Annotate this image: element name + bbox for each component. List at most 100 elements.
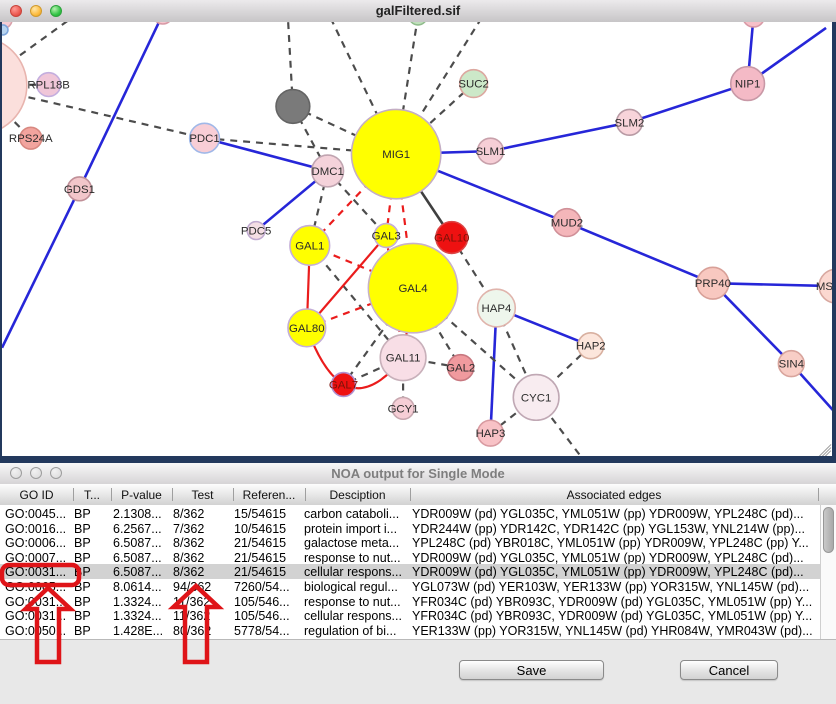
node-label-NIP1: NIP1	[735, 79, 760, 91]
resize-grip[interactable]	[815, 440, 832, 456]
cell: 6.5087...	[113, 551, 162, 565]
table-row-selected[interactable]: GO:0031...BP6.5087...8/36221/54615cellul…	[0, 564, 820, 579]
table-row[interactable]: GO:0006...BP6.5087...8/36221/54615galact…	[0, 535, 820, 550]
cell: 8/362	[173, 507, 204, 521]
node-label-DMC1: DMC1	[311, 166, 343, 178]
column-separator	[818, 488, 819, 501]
cell: YDR009W (pd) YGL035C, YML051W (pp) YDR00…	[412, 551, 804, 565]
cell: GO:0031...	[5, 595, 66, 609]
cell: YFR034C (pd) YBR093C, YDR009W (pd) YGL03…	[412, 609, 812, 623]
edge-blue	[629, 84, 747, 123]
scrollbar-thumb[interactable]	[823, 507, 834, 553]
table-row[interactable]: GO:0031...BP1.3324...11/362105/546...cel…	[0, 608, 820, 623]
cell: 21/54615	[234, 551, 286, 565]
column-header-desciption[interactable]: Desciption	[305, 488, 410, 502]
results-table: GO:0045...BP2.1308...8/36215/54615carbon…	[0, 505, 820, 639]
network-window: galFiltered.sif RPL18BRPS24AGDS1PDC1DMC1…	[0, 0, 836, 463]
cell: BP	[74, 565, 91, 579]
cell: 1.3324...	[113, 609, 162, 623]
node-label-HAP3: HAP3	[476, 428, 506, 440]
cell: 15/54615	[234, 507, 286, 521]
cell: GO:0050...	[5, 624, 66, 638]
cell: 8/362	[173, 536, 204, 550]
cell: 105/546...	[234, 609, 290, 623]
cell: protein import i...	[304, 522, 397, 536]
cell: 6.5087...	[113, 565, 162, 579]
cell: 94/362	[173, 580, 211, 594]
column-header-go-id[interactable]: GO ID	[0, 488, 73, 502]
noa-window-titlebar[interactable]: NOA output for Single Mode	[0, 463, 836, 485]
cell: GO:0031...	[5, 609, 66, 623]
node-label-GAL1: GAL1	[295, 240, 324, 252]
cell: 80/362	[173, 624, 211, 638]
edge-blue	[713, 283, 791, 363]
cell: response to nut...	[304, 595, 401, 609]
noa-output-window: NOA output for Single Mode GO IDT...P-va…	[0, 463, 836, 704]
table-row[interactable]: GO:0016...BP6.2567...7/36210/54615protei…	[0, 521, 820, 536]
cell: BP	[74, 580, 91, 594]
node-label-PDC5: PDC5	[241, 226, 271, 238]
column-header-test[interactable]: Test	[172, 488, 233, 502]
node-DARK[interactable]	[276, 90, 310, 124]
cancel-button[interactable]: Cancel	[680, 660, 778, 680]
edge-blue	[490, 122, 629, 151]
cell: 105/546...	[234, 595, 290, 609]
cell: 2.1308...	[113, 507, 162, 521]
network-graph: RPL18BRPS24AGDS1PDC1DMC1MIG1SUC2SLM1SLM2…	[2, 22, 832, 456]
cell: 8/362	[173, 565, 204, 579]
cell: YPL248C (pd) YBR018C, YML051W (pp) YDR00…	[412, 536, 809, 550]
cell: 21/54615	[234, 536, 286, 550]
table-row[interactable]: GO:0031...BP1.3324...11/362105/546...res…	[0, 594, 820, 609]
node-N_TOP1[interactable]	[153, 22, 173, 24]
edge-blue	[2, 189, 79, 348]
column-header-associated-edges[interactable]: Associated edges	[410, 488, 818, 502]
cell: regulation of bi...	[304, 624, 396, 638]
column-header-p-value[interactable]: P-value	[111, 488, 172, 502]
node-label-GAL4: GAL4	[398, 283, 428, 295]
node-label-MSI: MSI	[816, 281, 832, 293]
node-label-SLM1: SLM1	[476, 146, 506, 158]
column-separator	[111, 488, 112, 501]
column-header-referen-[interactable]: Referen...	[233, 488, 305, 502]
node-label-HAP2: HAP2	[576, 341, 606, 353]
node-label-SIN4: SIN4	[779, 359, 805, 371]
node-label-MIG1: MIG1	[382, 149, 410, 161]
cell: cellular respons...	[304, 565, 402, 579]
node-label-PDC1: PDC1	[189, 133, 219, 145]
node-label-HAP4: HAP4	[482, 303, 512, 315]
cell: BP	[74, 609, 91, 623]
table-row[interactable]: GO:0065...BP8.0614...94/3627260/54...bio…	[0, 579, 820, 594]
table-row[interactable]: GO:0050...BP1.428E...80/3625778/54...reg…	[0, 623, 820, 638]
node-label-PRP40: PRP40	[695, 278, 731, 290]
node-N_TOP3[interactable]	[743, 22, 765, 27]
cell: 7260/54...	[234, 580, 290, 594]
cell: 7/362	[173, 522, 204, 536]
node-N_GREEN[interactable]	[409, 22, 427, 25]
column-header-t-[interactable]: T...	[73, 488, 111, 502]
cell: 8/362	[173, 551, 204, 565]
cell: cellular respons...	[304, 609, 402, 623]
network-window-titlebar[interactable]: galFiltered.sif	[0, 0, 836, 23]
node-label-GAL3: GAL3	[372, 230, 401, 242]
node-BIG[interactable]	[2, 37, 27, 134]
node-label-SUC2: SUC2	[458, 79, 488, 91]
cell: 8.0614...	[113, 580, 162, 594]
table-row[interactable]: GO:0007...BP6.5087...8/36221/54615respon…	[0, 550, 820, 565]
cell: GO:0007...	[5, 551, 66, 565]
cell: BP	[74, 624, 91, 638]
cell: YDR244W (pp) YDR142C, YDR142C (pp) YGL15…	[412, 522, 805, 536]
cell: BP	[74, 551, 91, 565]
node-C2[interactable]	[2, 25, 8, 35]
cell: GO:0031...	[5, 565, 66, 579]
save-button[interactable]: Save	[459, 660, 604, 680]
cell: GO:0016...	[5, 522, 66, 536]
node-label-GAL10: GAL10	[434, 232, 470, 244]
column-separator	[410, 488, 411, 501]
cell: BP	[74, 595, 91, 609]
network-canvas[interactable]: RPL18BRPS24AGDS1PDC1DMC1MIG1SUC2SLM1SLM2…	[0, 22, 836, 463]
table-row[interactable]: GO:0045...BP2.1308...8/36215/54615carbon…	[0, 506, 820, 521]
cell: BP	[74, 522, 91, 536]
vertical-scrollbar[interactable]	[820, 505, 836, 639]
cell: BP	[74, 507, 91, 521]
window-title: galFiltered.sif	[0, 3, 836, 18]
